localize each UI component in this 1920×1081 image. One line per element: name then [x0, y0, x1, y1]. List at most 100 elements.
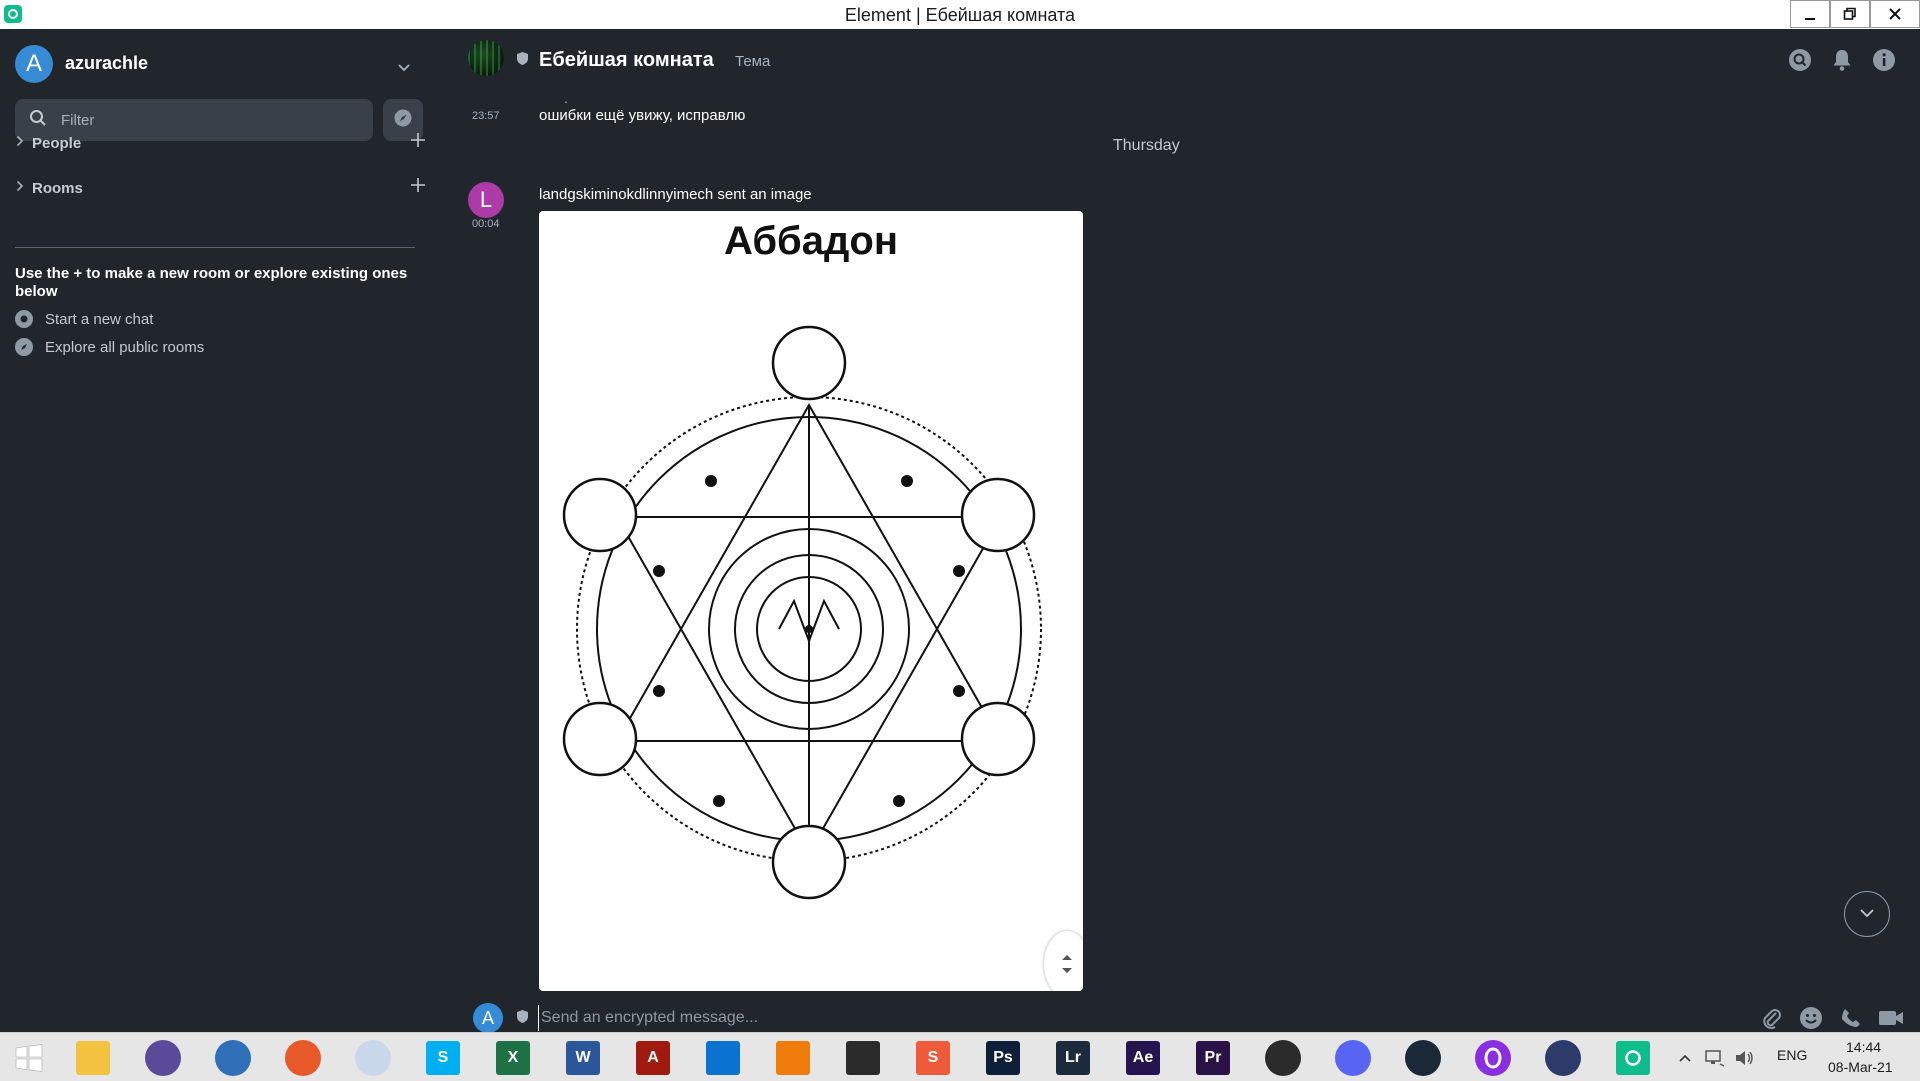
- compass-icon: [15, 338, 33, 356]
- clock-time[interactable]: 14:44: [1846, 1039, 1881, 1055]
- taskbar-app-vscode[interactable]: [700, 1039, 746, 1077]
- thunderbird-icon: [215, 1040, 251, 1076]
- taskbar-app-sublime[interactable]: S: [910, 1039, 956, 1077]
- chevron-down-icon[interactable]: [398, 59, 410, 77]
- acrobat-icon: A: [636, 1041, 670, 1075]
- taskbar-app-element[interactable]: [1610, 1039, 1656, 1077]
- empty-rooms-hint: Use the + to make a new room or explore …: [15, 265, 408, 300]
- downloader-icon: [846, 1041, 880, 1075]
- taskbar-app-file-explorer[interactable]: [70, 1039, 116, 1077]
- network-icon[interactable]: [1700, 1039, 1730, 1077]
- shield-icon: [516, 1009, 529, 1029]
- add-room-icon[interactable]: [410, 177, 426, 198]
- account-name[interactable]: azurachle: [65, 53, 148, 74]
- start-new-chat-link[interactable]: Start a new chat: [15, 310, 153, 328]
- vscode-icon: [706, 1041, 740, 1075]
- message-timestamp: 23:57: [472, 110, 500, 122]
- chevron-right-icon: [16, 179, 24, 197]
- vlc-icon: [776, 1041, 810, 1075]
- emoji-icon[interactable]: [1796, 1003, 1826, 1033]
- search-icon[interactable]: [1786, 46, 1814, 74]
- taskbar-app-vpn[interactable]: [1540, 1039, 1586, 1077]
- image-event-text: landgskiminokdlinnyimech sent an image: [539, 186, 812, 203]
- word-icon: W: [566, 1041, 600, 1075]
- room-view: Ебейшая комната Тема . 23:57 ошибки ещё …: [438, 29, 1920, 1033]
- add-people-icon[interactable]: [410, 132, 426, 153]
- moon-app-icon: [355, 1040, 391, 1076]
- taskbar-app-moon-app[interactable]: [350, 1039, 396, 1077]
- windows-taskbar: S X W A S Ps Lr Ae Pr ENG 14:44 08-Mar-21: [0, 1032, 1920, 1081]
- left-panel: A azurachle People Rooms Use the + to ma: [0, 29, 438, 1032]
- jump-to-latest-button[interactable]: [1844, 891, 1890, 937]
- start-button[interactable]: [6, 1039, 52, 1077]
- taskbar-app-opera-gx[interactable]: [1470, 1039, 1516, 1077]
- after-effects-icon: Ae: [1126, 1041, 1160, 1075]
- shared-image[interactable]: Аббадон: [539, 211, 1083, 991]
- taskbar-app-word[interactable]: W: [560, 1039, 606, 1077]
- image-scroll-arrows-icon[interactable]: [1044, 931, 1083, 991]
- sidebar-divider: [15, 247, 415, 248]
- chevron-down-icon: [1859, 905, 1875, 923]
- bittorrent-icon: [145, 1040, 181, 1076]
- start-new-chat-label: Start a new chat: [45, 310, 154, 328]
- taskbar-app-steam[interactable]: [1400, 1039, 1446, 1077]
- taskbar-app-firefox[interactable]: [280, 1039, 326, 1077]
- taskbar-app-after-effects[interactable]: Ae: [1120, 1039, 1166, 1077]
- taskbar-app-photoshop[interactable]: Ps: [980, 1039, 1026, 1077]
- video-call-icon[interactable]: [1876, 1003, 1906, 1033]
- close-window-button[interactable]: [1870, 0, 1920, 28]
- taskbar-app-skype[interactable]: S: [420, 1039, 466, 1077]
- firefox-icon: [285, 1040, 321, 1076]
- taskbar-app-bittorrent[interactable]: [140, 1039, 186, 1077]
- taskbar-app-thunderbird[interactable]: [210, 1039, 256, 1077]
- voice-call-icon[interactable]: [1836, 1003, 1866, 1033]
- taskbar-app-vlc[interactable]: [770, 1039, 816, 1077]
- file-explorer-icon: [76, 1041, 110, 1075]
- sublime-icon: S: [916, 1041, 950, 1075]
- section-people-label: People: [32, 134, 82, 152]
- taskbar-app-premiere[interactable]: Pr: [1190, 1039, 1236, 1077]
- room-topic[interactable]: Тема: [735, 53, 770, 70]
- compass-icon: [393, 108, 413, 133]
- section-people[interactable]: People: [16, 132, 426, 154]
- taskbar-app-downloader[interactable]: [840, 1039, 886, 1077]
- taskbar-app-acrobat[interactable]: A: [630, 1039, 676, 1077]
- vpn-icon: [1545, 1040, 1581, 1076]
- element-icon: [1616, 1041, 1650, 1075]
- info-icon[interactable]: [1870, 46, 1898, 74]
- search-icon: [29, 109, 47, 132]
- filter-input[interactable]: [59, 110, 343, 130]
- taskbar-app-excel[interactable]: X: [490, 1039, 536, 1077]
- account-avatar[interactable]: A: [15, 45, 53, 83]
- previous-message-fragment: .: [564, 90, 568, 106]
- message-timestamp: 00:04: [472, 218, 500, 230]
- message-body: ошибки ещё увижу, исправлю: [539, 107, 746, 124]
- chevron-right-icon: [16, 134, 24, 152]
- composer-avatar[interactable]: A: [473, 1003, 503, 1033]
- taskbar-app-obs[interactable]: [1260, 1039, 1306, 1077]
- opera-gx-icon: [1475, 1040, 1511, 1076]
- room-name[interactable]: Ебейшая комната: [539, 49, 714, 72]
- room-avatar[interactable]: [468, 40, 504, 76]
- bell-icon[interactable]: [1828, 46, 1856, 74]
- message-input[interactable]: [538, 1005, 1423, 1031]
- windows-logo-icon: [15, 1044, 43, 1072]
- attachment-icon[interactable]: [1756, 1003, 1786, 1033]
- volume-icon[interactable]: [1730, 1039, 1760, 1077]
- explore-public-rooms-link[interactable]: Explore all public rooms: [15, 338, 204, 356]
- taskbar-app-discord[interactable]: [1330, 1039, 1376, 1077]
- input-language-indicator[interactable]: ENG: [1777, 1047, 1807, 1063]
- premiere-icon: Pr: [1196, 1041, 1230, 1075]
- minimize-button[interactable]: [1790, 0, 1830, 28]
- section-rooms[interactable]: Rooms: [16, 177, 426, 199]
- taskbar-app-lightroom[interactable]: Lr: [1050, 1039, 1096, 1077]
- date-separator-label: Thursday: [1113, 137, 1180, 154]
- sender-avatar[interactable]: L: [468, 182, 504, 218]
- restore-button[interactable]: [1830, 0, 1870, 28]
- shield-icon: [516, 51, 529, 71]
- section-rooms-label: Rooms: [32, 179, 83, 197]
- show-hidden-icons-button[interactable]: [1670, 1039, 1700, 1077]
- steam-icon: [1405, 1040, 1441, 1076]
- clock-date[interactable]: 08-Mar-21: [1828, 1059, 1893, 1075]
- photoshop-icon: Ps: [986, 1041, 1020, 1075]
